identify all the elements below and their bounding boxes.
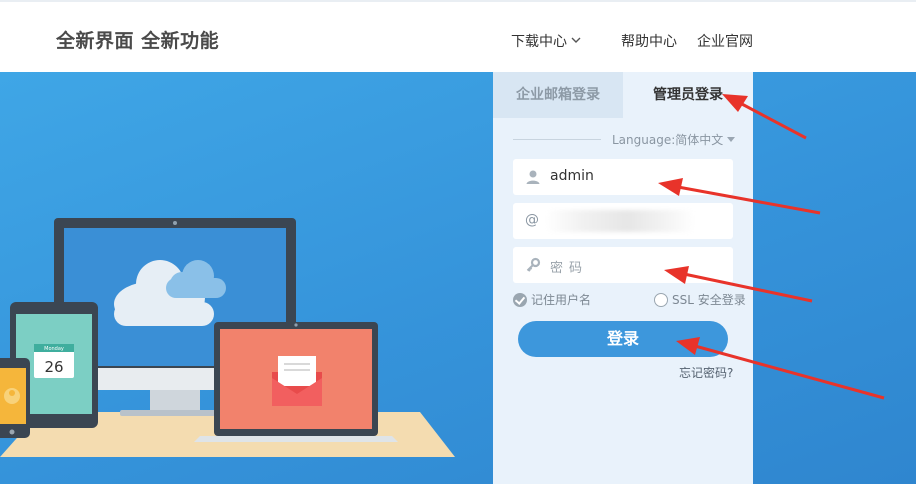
language-select[interactable]: Language:简体中文	[612, 131, 736, 148]
forgot-password-link[interactable]: 忘记密码?	[679, 364, 733, 381]
tab-enterprise-email-login[interactable]: 企业邮箱登录	[493, 72, 623, 118]
devices-illustration: Monday 26	[0, 218, 455, 457]
calendar-month: Monday	[44, 346, 64, 352]
monitor-base	[120, 410, 230, 416]
mail-icon	[272, 356, 322, 406]
bottom-strip	[0, 484, 916, 497]
login-panel: 企业邮箱登录 管理员登录 Language:简体中文 admin @ 密码 记住…	[493, 72, 753, 484]
password-placeholder: 密码	[550, 261, 589, 276]
nav-download-label: 下载中心	[511, 34, 567, 50]
tab-admin-login[interactable]: 管理员登录	[623, 72, 753, 118]
ssl-label: SSL 安全登录	[672, 293, 746, 307]
user-icon	[525, 169, 541, 185]
login-button[interactable]: 登录	[518, 321, 728, 357]
nav-help-center[interactable]: 帮助中心	[621, 31, 677, 51]
domain-field[interactable]: @	[513, 203, 733, 239]
caret-down-icon	[727, 137, 736, 142]
checked-icon	[513, 293, 527, 307]
page: 全新界面 全新功能 下载中心 帮助中心 企业官网 Monday 26 企业邮箱登…	[0, 0, 916, 497]
key-icon	[525, 257, 541, 273]
username-value: admin	[550, 168, 594, 184]
laptop-base	[194, 436, 398, 442]
calendar-day: 26	[44, 358, 63, 376]
username-field[interactable]: admin	[513, 159, 733, 195]
password-field[interactable]: 密码	[513, 247, 733, 283]
brand-title: 全新界面 全新功能	[56, 30, 220, 52]
chevron-down-icon	[571, 32, 581, 48]
divider-line	[513, 139, 601, 140]
blurred-domain-value	[545, 210, 695, 232]
remember-label: 记住用户名	[531, 293, 592, 307]
monitor-neck	[150, 390, 200, 412]
at-symbol: @	[525, 212, 539, 228]
nav-company-site[interactable]: 企业官网	[697, 31, 753, 51]
nav-download-center[interactable]: 下载中心	[511, 31, 581, 51]
language-label: Language:简体中文	[612, 133, 724, 147]
remember-username-checkbox[interactable]: 记住用户名	[513, 291, 591, 308]
top-header: 全新界面 全新功能 下载中心 帮助中心 企业官网	[0, 0, 916, 72]
unchecked-icon	[654, 293, 668, 307]
ssl-login-checkbox[interactable]: SSL 安全登录	[654, 291, 746, 308]
